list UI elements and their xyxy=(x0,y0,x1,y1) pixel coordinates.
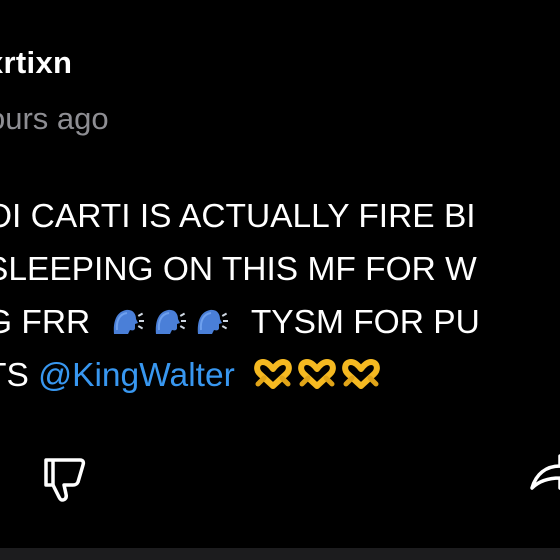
comment-line-text: SLEEPING ON THIS MF FOR W xyxy=(0,251,477,288)
speaking-head-emoji xyxy=(197,310,228,335)
divider xyxy=(0,548,560,560)
comment-line-text: TS xyxy=(0,357,29,394)
comment-username[interactable]: xrtixn xyxy=(0,45,72,81)
heart-hands-emoji-group xyxy=(254,358,380,390)
comment-timestamp: ours ago xyxy=(0,101,109,136)
dislike-button[interactable] xyxy=(40,452,92,504)
comment-card: xrtixn ours ago OI CARTI IS ACTUALLY FIR… xyxy=(0,0,560,560)
comment-line-text: G FRR xyxy=(0,304,91,341)
speaking-head-emoji xyxy=(155,310,186,335)
user-mention-link[interactable]: @KingWalter xyxy=(38,357,235,394)
comment-body: OI CARTI IS ACTUALLY FIRE BI SLEEPING ON… xyxy=(0,190,560,402)
heart-hands-emoji xyxy=(254,359,292,390)
share-button[interactable] xyxy=(526,440,560,500)
comment-line-text: OI CARTI IS ACTUALLY FIRE BI xyxy=(0,198,476,235)
share-icon xyxy=(530,454,560,490)
comment-line: TS @KingWalter xyxy=(0,349,560,402)
thumbs-down-icon xyxy=(44,458,86,502)
comment-line: G FRR xyxy=(0,296,560,349)
comment-line: SLEEPING ON THIS MF FOR W xyxy=(0,243,560,296)
speaking-head-emoji xyxy=(113,310,144,335)
comment-line: OI CARTI IS ACTUALLY FIRE BI xyxy=(0,190,560,243)
heart-hands-emoji xyxy=(342,359,380,390)
speaking-head-emoji-group xyxy=(110,304,228,338)
heart-hands-emoji xyxy=(298,359,336,390)
comment-line-text: TYSM FOR PU xyxy=(250,304,480,341)
